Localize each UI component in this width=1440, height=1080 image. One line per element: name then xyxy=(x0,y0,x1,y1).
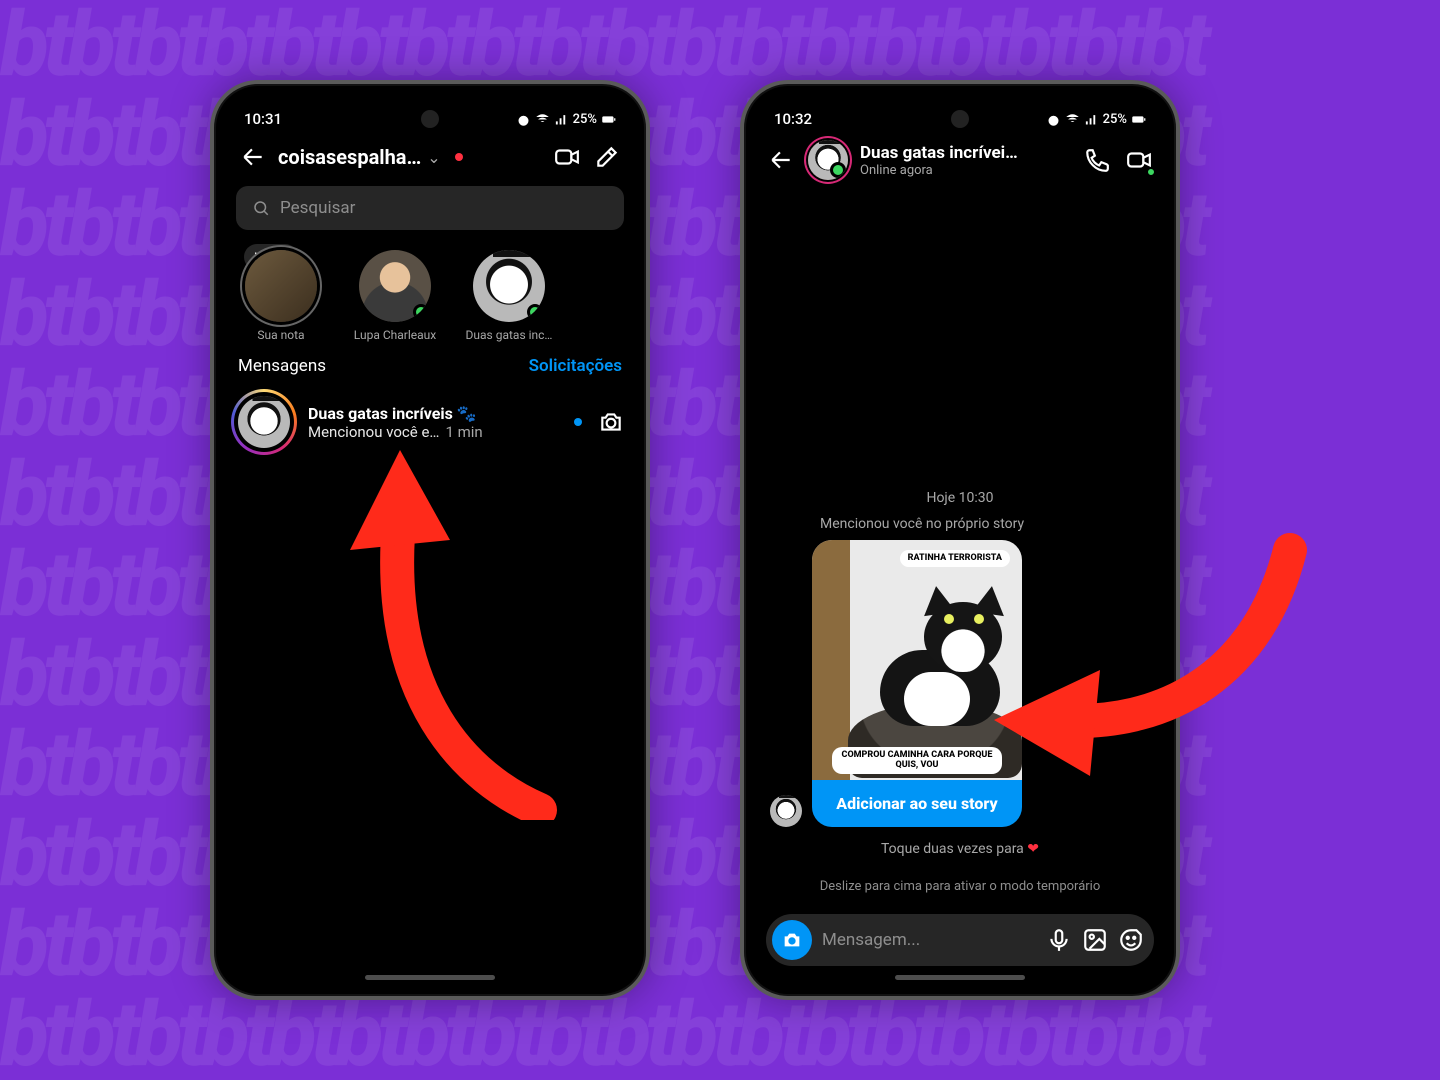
swipe-up-hint: Deslize para cima para ativar o modo tem… xyxy=(770,879,1150,894)
account-switcher[interactable]: coisasespalha… xyxy=(278,145,421,169)
alarm-icon xyxy=(1046,112,1061,127)
status-battery: 25% xyxy=(1103,112,1127,127)
note-contact-2[interactable]: Duas gatas inc… xyxy=(464,250,554,342)
heart-icon: ❤ xyxy=(1027,841,1039,857)
status-battery: 25% xyxy=(573,112,597,127)
signal-icon xyxy=(554,112,569,127)
avatar xyxy=(245,250,317,322)
phone-icon xyxy=(1084,147,1110,173)
gesture-bar xyxy=(895,975,1025,980)
chat-body[interactable]: Hoje 10:30 Mencionou você no próprio sto… xyxy=(750,190,1170,900)
wifi-icon xyxy=(535,112,550,127)
notes-row: Nota… Sua nota Lupa Charleaux Duas gatas… xyxy=(220,242,640,346)
avatar xyxy=(473,250,545,322)
tab-messages[interactable]: Mensagens xyxy=(238,356,326,376)
avatar xyxy=(359,250,431,322)
search-icon xyxy=(252,199,270,217)
wifi-icon xyxy=(1065,112,1080,127)
message-row: RATINHA TERRORISTA COMPROU CAMINHA CARA … xyxy=(770,540,1150,827)
presence-dot xyxy=(413,304,429,320)
chevron-down-icon[interactable]: ⌄ xyxy=(427,148,440,167)
phone-right: 10:32 25% Duas gatas incrívei… Online ag… xyxy=(740,80,1180,1000)
status-time: 10:32 xyxy=(774,110,812,128)
chat-timestamp: Hoje 10:30 xyxy=(770,490,1150,506)
story-mention-card[interactable]: RATINHA TERRORISTA COMPROU CAMINHA CARA … xyxy=(812,540,1022,827)
story-sticker-top: RATINHA TERRORISTA xyxy=(900,550,1010,567)
gesture-bar xyxy=(365,975,495,980)
presence-dot xyxy=(527,304,543,320)
sticker-icon[interactable] xyxy=(1118,927,1144,953)
mic-icon[interactable] xyxy=(1046,927,1072,953)
note-label: Duas gatas inc… xyxy=(466,328,553,342)
signal-icon xyxy=(1084,112,1099,127)
note-label: Lupa Charleaux xyxy=(354,328,436,342)
thread-name: Duas gatas incríveis 🐾 xyxy=(308,404,560,423)
arrow-left-icon xyxy=(240,144,266,170)
back-button[interactable] xyxy=(766,145,796,175)
unread-dot xyxy=(455,153,463,161)
story-image xyxy=(858,588,1012,768)
alarm-icon xyxy=(516,112,531,127)
audio-call-button[interactable] xyxy=(1082,145,1112,175)
add-to-story-button[interactable]: Adicionar ao seu story xyxy=(812,780,1022,827)
thread-item[interactable]: Duas gatas incríveis 🐾 Mencionou você e…… xyxy=(220,382,640,462)
presence-dot xyxy=(830,162,846,178)
gallery-icon[interactable] xyxy=(1082,927,1108,953)
your-note[interactable]: Nota… Sua nota xyxy=(236,250,326,342)
thread-subtitle: Mencionou você e… xyxy=(308,423,439,441)
message-composer[interactable]: Mensagem... xyxy=(766,914,1154,966)
mention-label: Mencionou você no próprio story xyxy=(820,516,1150,532)
composer-placeholder: Mensagem... xyxy=(822,930,920,950)
phone-left: 10:31 25% coisasespalha… ⌄ xyxy=(210,80,650,1000)
double-tap-hint: Toque duas vezes para ❤ xyxy=(770,841,1150,857)
section-tabs: Mensagens Solicitações xyxy=(220,346,640,382)
camera-button[interactable] xyxy=(772,920,812,960)
back-button[interactable] xyxy=(238,142,268,172)
chat-avatar[interactable] xyxy=(808,140,848,180)
compose-icon xyxy=(594,144,620,170)
compose-button[interactable] xyxy=(592,142,622,172)
search-input[interactable]: Pesquisar xyxy=(236,186,624,230)
presence-dot xyxy=(1146,167,1156,177)
chat-name[interactable]: Duas gatas incrívei… xyxy=(860,143,1070,163)
avatar xyxy=(238,396,290,448)
battery-icon xyxy=(601,112,616,127)
video-icon xyxy=(554,144,580,170)
unread-indicator xyxy=(574,418,582,426)
sender-avatar[interactable] xyxy=(770,795,802,827)
note-contact-1[interactable]: Lupa Charleaux xyxy=(350,250,440,342)
chat-status: Online agora xyxy=(860,163,1070,178)
video-call-button[interactable] xyxy=(1124,145,1154,175)
arrow-left-icon xyxy=(768,147,794,173)
story-sticker-bottom: COMPROU CAMINHA CARA PORQUE QUIS, VOU xyxy=(832,747,1002,774)
chat-header: Duas gatas incrívei… Online agora xyxy=(750,132,1170,188)
search-placeholder: Pesquisar xyxy=(280,198,355,218)
inbox-header: coisasespalha… ⌄ xyxy=(220,132,640,182)
note-label: Sua nota xyxy=(257,328,304,342)
thread-camera-button[interactable] xyxy=(596,407,626,437)
battery-icon xyxy=(1131,112,1146,127)
thread-time: 1 min xyxy=(445,423,482,441)
camera-icon xyxy=(781,929,803,951)
status-time: 10:31 xyxy=(244,110,282,128)
camera-icon xyxy=(598,409,624,435)
tab-requests[interactable]: Solicitações xyxy=(529,356,622,376)
video-call-button[interactable] xyxy=(552,142,582,172)
